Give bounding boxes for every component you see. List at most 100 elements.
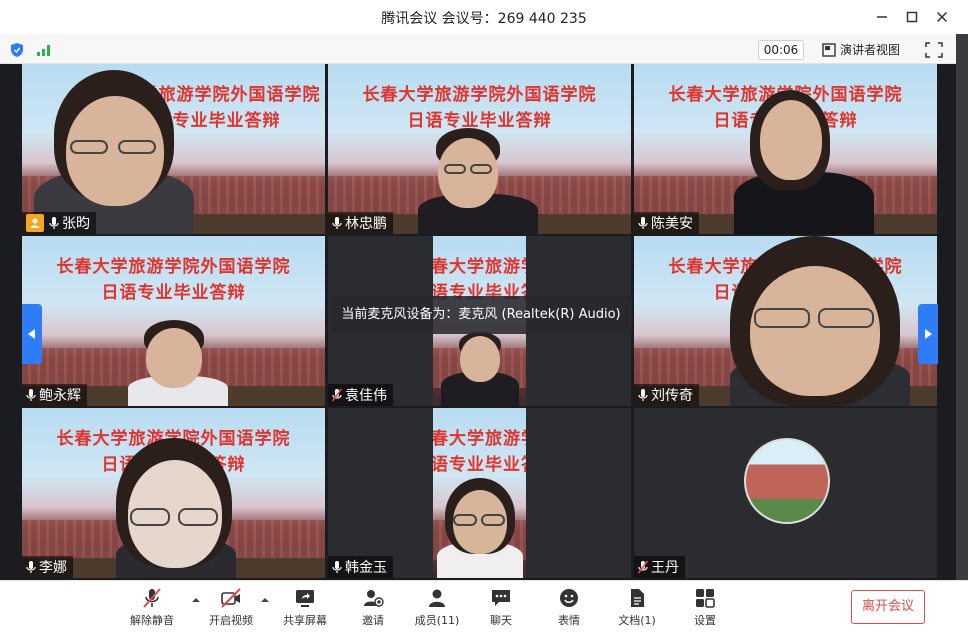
banner-line-1: 长春大学旅游学院外国语学院	[433, 257, 526, 277]
video-tile-active-speaker[interactable]: 长春大学旅游学院外国语学院 日语专业毕业答辩 陈美安	[634, 64, 937, 234]
start-video-label: 开启视频	[209, 614, 253, 627]
minimize-button[interactable]	[870, 6, 894, 28]
participant-name: 李娜	[39, 560, 67, 576]
video-tile[interactable]: 长春大学旅游学院外国语学院 日语专业毕业答辩 张昀	[22, 64, 325, 234]
shield-icon[interactable]	[10, 42, 24, 58]
previous-page-button[interactable]	[22, 304, 42, 364]
title-bar: 腾讯会议 会议号：269 440 235	[0, 0, 968, 34]
camera-off-icon	[221, 588, 241, 608]
members-button[interactable]: 成员(11)	[402, 587, 472, 633]
participant-name: 林忠鹏	[345, 216, 387, 232]
window-edge	[956, 34, 968, 580]
microphone-muted-icon	[638, 560, 648, 574]
participant-name-tag: 张昀	[22, 212, 96, 234]
participant-figure	[118, 320, 238, 406]
reactions-button[interactable]: 表情	[534, 587, 604, 633]
minimize-icon	[877, 16, 887, 18]
avatar	[744, 438, 830, 524]
network-signal-icon[interactable]	[36, 43, 52, 57]
participant-name: 张昀	[62, 216, 90, 232]
chat-button[interactable]: 聊天	[466, 587, 536, 633]
microphone-icon	[26, 389, 36, 401]
host-badge-icon	[26, 214, 44, 232]
video-tile[interactable]: 王丹	[634, 408, 937, 578]
microphone-icon	[638, 389, 648, 401]
invite-label: 邀请	[362, 614, 384, 627]
microphone-icon	[332, 561, 342, 573]
participant-name: 韩金玉	[345, 560, 387, 576]
window-title: 腾讯会议 会议号：269 440 235	[381, 11, 587, 27]
chevron-right-icon	[925, 329, 932, 339]
add-user-icon	[364, 590, 384, 607]
meeting-window: 腾讯会议 会议号：269 440 235 00:06 演讲者视图 长春大学旅游学…	[0, 0, 968, 634]
caret-up-icon[interactable]	[260, 595, 270, 605]
participant-figure	[34, 70, 214, 234]
participant-figure	[433, 332, 526, 406]
participant-figure	[398, 128, 558, 234]
participant-name-tag: 陈美安	[634, 212, 699, 234]
microphone-icon	[49, 217, 59, 229]
video-tile[interactable]: 长春大学旅游学院外国语学院 日语专业毕业答辩 李娜	[22, 408, 325, 578]
microphone-muted-icon	[332, 388, 342, 402]
video-tile[interactable]: 长春大学旅游学院外国语学院 日语专业毕业答辩 刘传奇	[634, 236, 937, 406]
chat-icon	[492, 590, 510, 606]
settings-grid-icon	[696, 589, 715, 608]
participant-name-tag: 韩金玉	[328, 556, 393, 578]
participant-name-tag: 袁佳伟	[328, 384, 393, 406]
unmute-button[interactable]: 解除静音	[117, 587, 187, 633]
participant-name-tag: 王丹	[634, 556, 685, 578]
microphone-device-tooltip: 当前麦克风设备为：麦克风 (Realtek(R) Audio)	[330, 296, 632, 334]
fullscreen-icon[interactable]	[925, 42, 943, 58]
participant-name-tag: 林忠鹏	[328, 212, 393, 234]
leave-meeting-button[interactable]: 离开会议	[851, 590, 925, 624]
share-screen-label: 共享屏幕	[283, 614, 327, 627]
participant-name-tag: 李娜	[22, 556, 73, 578]
participant-figure	[106, 438, 246, 578]
participant-figure	[724, 90, 884, 234]
unmute-label: 解除静音	[130, 614, 174, 627]
banner-line-2: 日语专业毕业答辩	[101, 283, 246, 303]
microphone-muted-icon	[143, 588, 161, 608]
participant-name-tag: 鲍永辉	[22, 384, 87, 406]
reactions-label: 表情	[558, 614, 580, 627]
status-bar: 00:06 演讲者视图	[0, 34, 968, 64]
video-frame: 长春大学旅游学院外国语学院 日语专业毕业答辩	[433, 408, 526, 578]
participant-name: 鲍永辉	[39, 388, 81, 404]
document-icon	[631, 589, 644, 607]
close-icon	[936, 11, 948, 23]
microphone-icon	[26, 561, 36, 573]
video-tile[interactable]: 长春大学旅游学院外国语学院 日语专业毕业答辩 鲍永辉	[22, 236, 325, 406]
banner-line-1: 长春大学旅游学院外国语学院	[56, 257, 291, 277]
next-page-button[interactable]	[918, 304, 938, 364]
participant-name: 袁佳伟	[345, 388, 387, 404]
meeting-toolbar: 解除静音 开启视频 共享屏幕 邀请 成员(11) 聊天 表情 文档(1) 设置 …	[0, 580, 968, 634]
share-screen-button[interactable]: 共享屏幕	[270, 587, 340, 633]
maximize-button[interactable]	[900, 6, 924, 28]
speaker-view-label: 演讲者视图	[840, 43, 901, 57]
participant-figure	[433, 478, 526, 578]
share-screen-icon	[296, 590, 314, 607]
settings-button[interactable]: 设置	[670, 587, 740, 633]
speaker-view-icon	[822, 43, 836, 57]
members-icon	[429, 589, 445, 607]
close-button[interactable]	[930, 6, 954, 28]
participant-name: 王丹	[651, 560, 679, 576]
documents-button[interactable]: 文档(1)	[602, 587, 672, 633]
chat-label: 聊天	[490, 614, 512, 627]
invite-button[interactable]: 邀请	[338, 587, 408, 633]
microphone-icon	[332, 217, 342, 229]
chevron-left-icon	[28, 329, 35, 339]
meeting-timer: 00:06	[758, 40, 804, 60]
speaker-view-button[interactable]: 演讲者视图	[822, 40, 900, 60]
banner-line-1: 长春大学旅游学院外国语学院	[362, 85, 597, 105]
banner-line-2: 日语专业毕业答辩	[433, 455, 526, 475]
settings-label: 设置	[694, 614, 716, 627]
video-tile[interactable]: 长春大学旅游学院外国语学院 日语专业毕业答辩 林忠鹏	[328, 64, 631, 234]
start-video-button[interactable]: 开启视频	[196, 587, 266, 633]
video-tile[interactable]: 长春大学旅游学院外国语学院 日语专业毕业答辩 韩金玉	[328, 408, 631, 578]
banner-line-1: 长春大学旅游学院外国语学院	[433, 429, 526, 449]
participant-figure	[720, 236, 920, 406]
documents-label: 文档(1)	[618, 614, 656, 627]
participant-name: 陈美安	[651, 216, 693, 232]
members-label: 成员(11)	[414, 614, 460, 627]
